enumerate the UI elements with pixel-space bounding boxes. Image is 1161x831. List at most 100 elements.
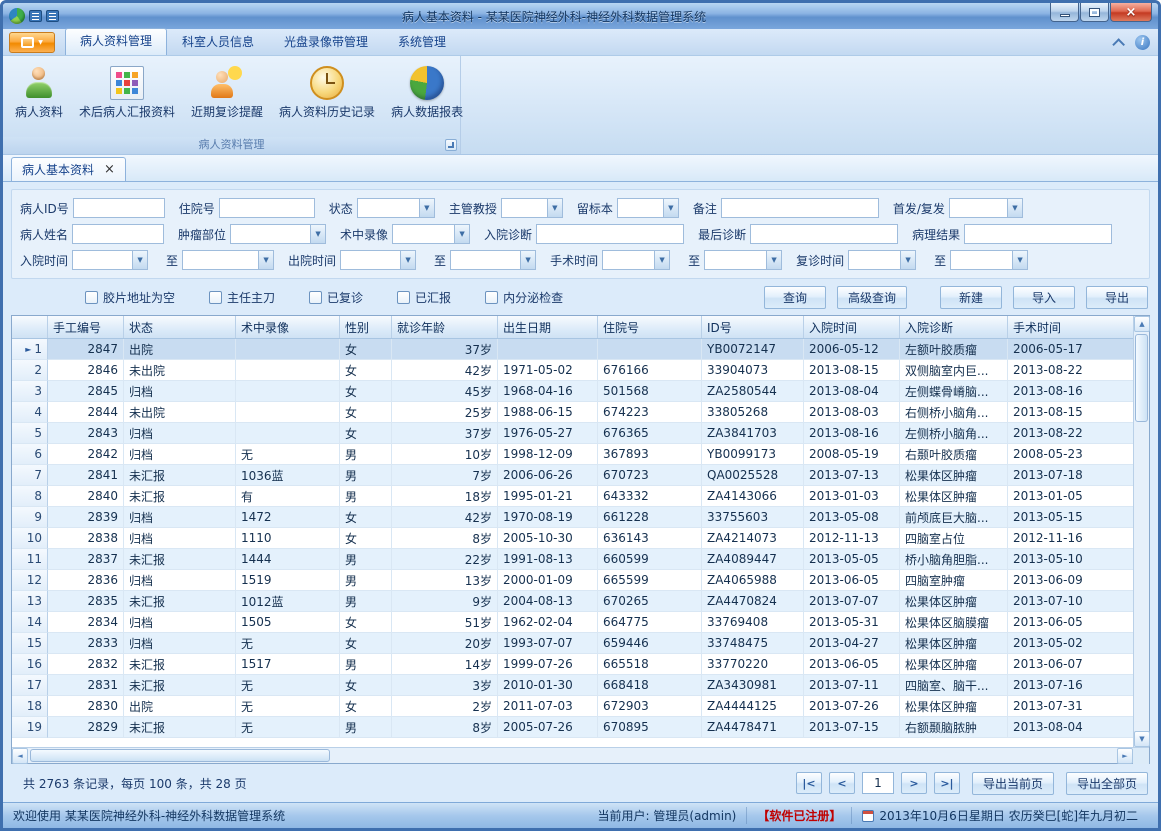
column-header[interactable]: 住院号 [598,316,702,338]
field-combo[interactable]: ▼ [182,250,274,270]
ribbon-tab[interactable]: 光盘录像带管理 [269,29,383,55]
maximize-button[interactable] [1080,3,1109,22]
ribbon-tab[interactable]: 科室人员信息 [167,29,269,55]
info-icon[interactable]: i [1135,35,1150,50]
table-row[interactable]: 102838归档1110女8岁2005-10-30636143ZA4214073… [12,528,1133,549]
action-button[interactable]: 高级查询 [837,286,907,309]
table-row[interactable]: 162832未汇报1517男14岁1999-07-266655183377022… [12,654,1133,675]
field-combo[interactable]: ▼ [949,198,1023,218]
document-tab[interactable]: 病人基本资料 × [11,157,126,181]
ribbon-button[interactable]: 术后病人汇报资料 [71,59,183,137]
table-row[interactable]: 182830出院无女2岁2011-07-03672903ZA4444125201… [12,696,1133,717]
field-combo[interactable]: ▼ [357,198,435,218]
ribbon-collapse-icon[interactable] [1112,38,1125,51]
field-input[interactable] [72,224,164,244]
column-header[interactable]: ID号 [702,316,804,338]
close-button[interactable]: × [1110,3,1152,22]
field-combo[interactable]: ▼ [602,250,670,270]
export-all-button[interactable]: 导出全部页 [1066,772,1148,795]
horizontal-scroll-track[interactable] [28,748,1117,763]
horizontal-scrollbar[interactable]: ◄ ► [12,747,1149,763]
column-header[interactable]: 手工编号 [48,316,124,338]
vertical-scrollbar[interactable]: ▲ ▼ [1133,316,1149,747]
ribbon-tab[interactable]: 病人资料管理 [65,28,167,55]
column-header[interactable]: 性别 [340,316,392,338]
column-header[interactable]: 就诊年龄 [392,316,498,338]
vertical-scroll-track[interactable] [1134,332,1149,731]
action-button[interactable]: 新建 [940,286,1002,309]
page-number-input[interactable]: 1 [862,772,894,794]
action-button[interactable]: 导出 [1086,286,1148,309]
table-row[interactable]: 72841未汇报1036蓝男7岁2006-06-26670723QA002552… [12,465,1133,486]
field-combo[interactable]: ▼ [392,224,470,244]
field-input[interactable] [964,224,1112,244]
table-row[interactable]: 62842归档无男10岁1998-12-09367893YB0099173200… [12,444,1133,465]
field-combo[interactable]: ▼ [617,198,679,218]
table-row[interactable]: 172831未汇报无女3岁2010-01-30668418ZA343098120… [12,675,1133,696]
checkbox-item[interactable]: 已汇报 [397,289,451,306]
checkbox-item[interactable]: 主任主刀 [209,289,275,306]
grid-icon[interactable] [29,10,42,22]
vertical-scroll-thumb[interactable] [1135,334,1148,422]
column-header[interactable]: 手术时间 [1008,316,1133,338]
field-input[interactable] [721,198,879,218]
app-menu-button[interactable]: ▼ [9,32,55,53]
field-combo[interactable]: ▼ [848,250,916,270]
table-row[interactable]: 32845归档女45岁1968-04-16501568ZA25805442013… [12,381,1133,402]
ribbon-button[interactable]: 病人资料 [7,59,71,137]
grid-icon[interactable] [46,10,59,22]
field-input[interactable] [536,224,684,244]
titlebar[interactable]: 病人基本资料 - 某某医院神经外科-神经外科数据管理系统 × [3,3,1158,29]
scroll-left-icon[interactable]: ◄ [12,748,28,764]
column-header[interactable]: 状态 [124,316,236,338]
next-page-button[interactable]: > [901,772,927,794]
field-combo[interactable]: ▼ [704,250,782,270]
scroll-down-icon[interactable]: ▼ [1134,731,1150,747]
table-row[interactable]: 42844未出院女25岁1988-06-15674223338052682013… [12,402,1133,423]
table-row[interactable]: 22846未出院女42岁1971-05-02676166339040732013… [12,360,1133,381]
action-button[interactable]: 查询 [764,286,826,309]
column-header[interactable]: 入院诊断 [900,316,1008,338]
field-input[interactable] [219,198,315,218]
table-row[interactable]: 142834归档1505女51岁1962-02-0466477533769408… [12,612,1133,633]
registration-badge[interactable]: 【软件已注册】 [746,807,851,824]
field-input[interactable] [73,198,165,218]
last-page-button[interactable]: >| [934,772,960,794]
tab-close-icon[interactable]: × [104,163,115,176]
checkbox-item[interactable]: 胶片地址为空 [85,289,175,306]
table-row[interactable]: 152833归档无女20岁1993-07-0765944633748475201… [12,633,1133,654]
table-row[interactable]: 122836归档1519男13岁2000-01-09665599ZA406598… [12,570,1133,591]
column-header[interactable]: 术中录像 [236,316,340,338]
checkbox-item[interactable]: 已复诊 [309,289,363,306]
column-header[interactable]: 出生日期 [498,316,598,338]
action-button[interactable]: 导入 [1013,286,1075,309]
field-input[interactable] [750,224,898,244]
first-page-button[interactable]: |< [796,772,822,794]
table-row[interactable]: 192829未汇报无男8岁2005-07-26670895ZA447847120… [12,717,1133,738]
ribbon-button[interactable]: 病人资料历史记录 [271,59,383,137]
scroll-right-icon[interactable]: ► [1117,748,1133,764]
field-combo[interactable]: ▼ [72,250,148,270]
dialog-launcher-icon[interactable] [445,139,457,151]
table-row[interactable]: 52843归档女37岁1976-05-27676365ZA38417032013… [12,423,1133,444]
field-combo[interactable]: ▼ [340,250,416,270]
table-row[interactable]: 82840未汇报有男18岁1995-01-21643332ZA414306620… [12,486,1133,507]
table-row[interactable]: ►12847出院女37岁YB00721472006-05-12左额叶胶质瘤200… [12,339,1133,360]
prev-page-button[interactable]: < [829,772,855,794]
field-combo[interactable]: ▼ [950,250,1028,270]
export-current-button[interactable]: 导出当前页 [972,772,1054,795]
field-combo[interactable]: ▼ [230,224,326,244]
ribbon-button[interactable]: 近期复诊提醒 [183,59,271,137]
ribbon-tab[interactable]: 系统管理 [383,29,461,55]
minimize-button[interactable] [1050,3,1079,22]
table-row[interactable]: 112837未汇报1444男22岁1991-08-13660599ZA40894… [12,549,1133,570]
field-combo[interactable]: ▼ [450,250,536,270]
scroll-up-icon[interactable]: ▲ [1134,316,1150,332]
table-row[interactable]: 92839归档1472女42岁1970-08-19661228337556032… [12,507,1133,528]
checkbox-item[interactable]: 内分泌检查 [485,289,563,306]
column-header[interactable]: 入院时间 [804,316,900,338]
field-combo[interactable]: ▼ [501,198,563,218]
horizontal-scroll-thumb[interactable] [30,749,330,762]
ribbon-button[interactable]: 病人数据报表 [383,59,471,137]
table-row[interactable]: 132835未汇报1012蓝男9岁2004-08-13670265ZA44708… [12,591,1133,612]
